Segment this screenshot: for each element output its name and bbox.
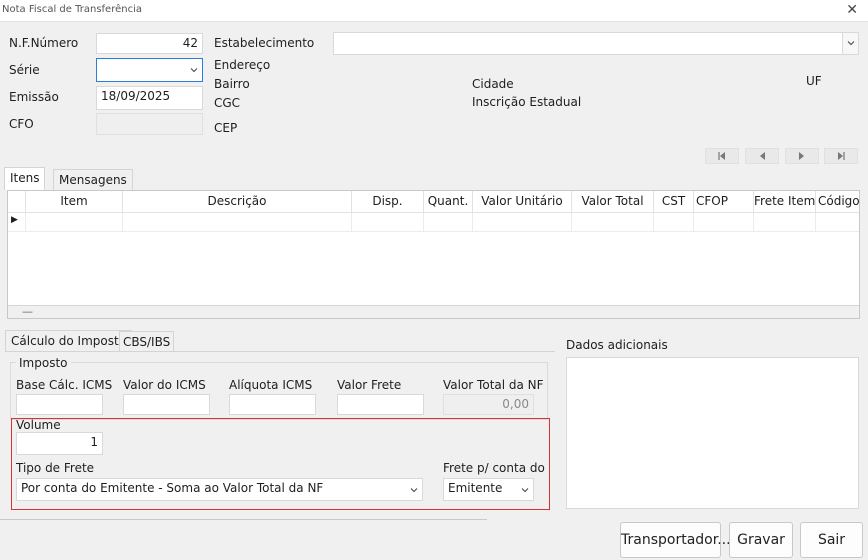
first-record-icon	[718, 152, 725, 160]
close-icon[interactable]: ✕	[846, 2, 858, 18]
cep-label: CEP	[214, 121, 238, 135]
nf-numero-field[interactable]: 42	[96, 33, 203, 54]
chevron-down-icon	[190, 68, 198, 73]
cidade-label: Cidade	[472, 77, 514, 91]
table-cell[interactable]	[694, 213, 754, 232]
endereco-label: Endereço	[214, 58, 271, 72]
transportador-button[interactable]: Transportador...	[620, 522, 731, 558]
grid-corner	[8, 191, 26, 213]
previous-record-icon	[760, 152, 765, 160]
valor-total-nf-label: Valor Total da NF	[443, 378, 544, 392]
bairro-label: Bairro	[214, 77, 250, 91]
cfo-field	[96, 113, 203, 135]
grid-footer-handle[interactable]: —	[22, 305, 33, 318]
col-quant[interactable]: Quant.	[424, 191, 473, 213]
frete-conta-label: Frete p/ conta do	[443, 461, 545, 475]
col-cfop[interactable]: CFOP	[694, 191, 754, 213]
items-grid[interactable]: Item Descrição Disp. Quant. Valor Unitár…	[7, 190, 860, 319]
table-cell[interactable]	[123, 213, 352, 232]
tipo-frete-label: Tipo de Frete	[16, 461, 95, 475]
table-cell[interactable]	[473, 213, 572, 232]
estabelecimento-label: Estabelecimento	[214, 36, 315, 50]
dados-adicionais-label: Dados adicionais	[566, 338, 668, 352]
bottom-divider	[0, 519, 487, 520]
imposto-group-label: Imposto	[16, 356, 71, 370]
next-record-button[interactable]	[785, 148, 819, 164]
emissao-label: Emissão	[9, 90, 59, 104]
nf-numero-label: N.F.Número	[9, 36, 79, 50]
next-record-icon	[799, 152, 804, 160]
base-calc-icms-field[interactable]	[16, 394, 103, 415]
gravar-button[interactable]: Gravar	[729, 522, 793, 558]
row-indicator-icon: ▶	[11, 215, 18, 225]
col-valor-unitario[interactable]: Valor Unitário	[473, 191, 572, 213]
row-indicator-cell: ▶	[8, 213, 26, 232]
emissao-field[interactable]: 18/09/2025	[96, 86, 203, 110]
tab-calculo-imposto[interactable]: Cálculo do Imposto	[5, 330, 133, 352]
tipo-frete-select[interactable]: Por conta do Emitente - Soma ao Valor To…	[16, 478, 423, 501]
tipo-frete-value: Por conta do Emitente - Soma ao Valor To…	[21, 481, 324, 495]
tab-itens[interactable]: Itens	[4, 167, 46, 190]
cfo-label: CFO	[9, 117, 34, 131]
table-cell[interactable]	[654, 213, 694, 232]
last-record-button[interactable]	[824, 148, 858, 164]
frete-conta-select[interactable]: Emitente	[443, 478, 534, 501]
col-valor-total[interactable]: Valor Total	[572, 191, 654, 213]
chevron-down-icon	[847, 41, 855, 46]
inscricao-estadual-label: Inscrição Estadual	[472, 95, 582, 109]
table-cell[interactable]	[816, 213, 859, 232]
volume-label: Volume	[16, 418, 61, 432]
table-cell[interactable]	[754, 213, 816, 232]
aliquota-icms-field[interactable]	[229, 394, 316, 415]
sair-button[interactable]: Sair	[800, 522, 863, 558]
valor-icms-label: Valor do ICMS	[123, 378, 206, 392]
table-cell[interactable]	[424, 213, 473, 232]
col-disp[interactable]: Disp.	[352, 191, 424, 213]
cgc-label: CGC	[214, 96, 241, 110]
window-title: Nota Fiscal de Transferência	[2, 4, 142, 15]
table-cell[interactable]	[352, 213, 424, 232]
frete-conta-value: Emitente	[448, 481, 503, 495]
uf-label: UF	[806, 74, 822, 88]
table-cell[interactable]	[26, 213, 123, 232]
aliquota-icms-label: Alíquota ICMS	[229, 378, 313, 392]
serie-label: Série	[9, 63, 40, 77]
chevron-down-icon	[521, 488, 529, 493]
window-titlebar: Nota Fiscal de Transferência ✕	[0, 0, 868, 22]
col-cst[interactable]: CST	[654, 191, 694, 213]
previous-record-button[interactable]	[745, 148, 779, 164]
col-frete-item[interactable]: Frete Item	[754, 191, 816, 213]
volume-field[interactable]: 1	[16, 432, 103, 455]
tab-cbs-ibs[interactable]: CBS/IBS	[119, 331, 175, 352]
tab-mensagens[interactable]: Mensagens	[53, 169, 133, 190]
base-calc-icms-label: Base Cálc. ICMS	[16, 378, 113, 392]
first-record-button[interactable]	[705, 148, 739, 164]
tab-divider	[5, 351, 555, 352]
dados-adicionais-textarea[interactable]	[566, 357, 859, 509]
chevron-down-icon	[410, 488, 418, 493]
table-cell[interactable]	[572, 213, 654, 232]
valor-total-nf-field: 0,00	[443, 394, 534, 415]
valor-frete-label: Valor Frete	[337, 378, 402, 392]
col-item[interactable]: Item	[26, 191, 123, 213]
serie-select[interactable]	[96, 58, 203, 82]
estabelecimento-select[interactable]	[333, 32, 859, 55]
grid-footer: —	[8, 305, 859, 318]
estabelecimento-dropdown-button[interactable]	[842, 33, 858, 54]
last-record-icon	[838, 152, 845, 160]
col-descricao[interactable]: Descrição	[123, 191, 352, 213]
col-codigo[interactable]: Código C	[816, 191, 859, 213]
valor-frete-field[interactable]	[337, 394, 424, 415]
valor-icms-field[interactable]	[123, 394, 210, 415]
